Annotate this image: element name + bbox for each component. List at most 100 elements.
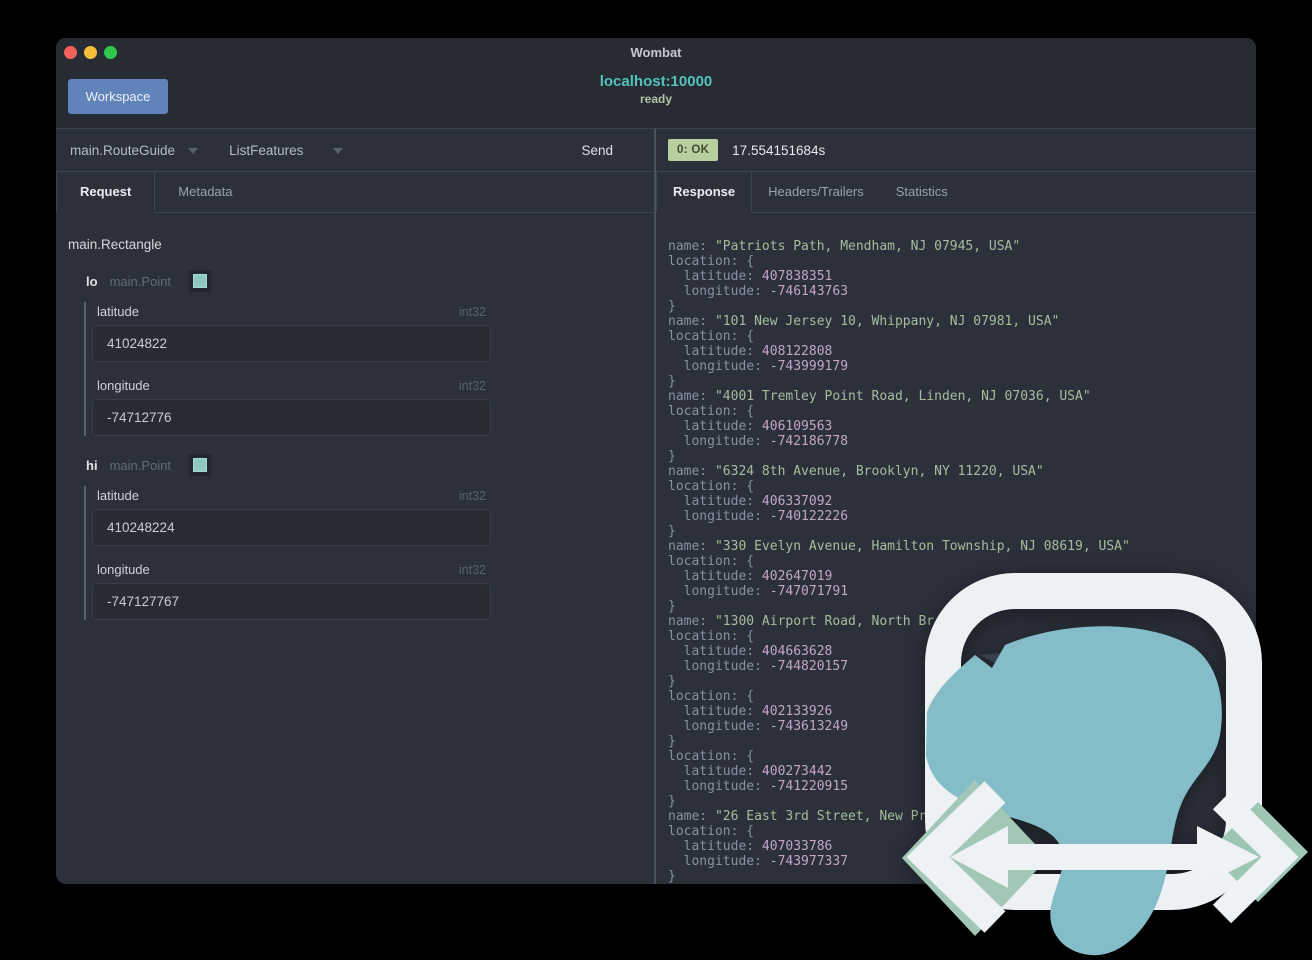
tab-statistics[interactable]: Statistics	[879, 172, 964, 213]
tab-request[interactable]: Request	[56, 172, 156, 213]
service-selector[interactable]: main.RouteGuide	[70, 143, 175, 158]
response-key: location: {	[668, 554, 755, 569]
wombat-window: Wombat Workspace localhost:10000 ready m…	[56, 38, 1256, 884]
response-key: latitude:	[668, 644, 762, 659]
response-number: -740122226	[769, 509, 849, 524]
response-tabs: Response Headers/Trailers Statistics	[656, 172, 1256, 213]
server-address: localhost:10000	[599, 73, 713, 90]
response-number: 406337092	[761, 494, 833, 509]
field-message-type: main.Point	[109, 273, 171, 289]
field-group-header: hi main.Point	[86, 454, 654, 476]
field-label: latitude	[97, 304, 139, 319]
response-string: "Patriots Path, Mendham, NJ 07945, USA"	[714, 239, 1021, 254]
field-name: hi	[86, 457, 98, 473]
main-area: main.RouteGuide ListFeatures Send Reques…	[56, 129, 1256, 884]
response-key: longitude:	[668, 509, 770, 524]
chevron-down-icon[interactable]	[188, 148, 199, 154]
field-enabled-checkbox[interactable]	[188, 270, 211, 292]
response-key: location: {	[668, 629, 755, 644]
tab-metadata[interactable]: Metadata	[155, 172, 256, 213]
field-type-badge: int32	[458, 304, 486, 319]
response-string: "6324 8th Avenue, Brooklyn, NY 11220, US…	[714, 464, 1044, 479]
close-window-button[interactable]	[64, 46, 77, 59]
response-key: longitude:	[668, 854, 770, 869]
response-key: }	[668, 794, 676, 809]
chevron-down-icon[interactable]	[333, 148, 344, 154]
response-key: longitude:	[668, 359, 770, 374]
call-duration: 17.554151684s	[732, 142, 826, 158]
response-key: location: {	[668, 254, 755, 269]
response-number: 407033786	[761, 839, 833, 854]
response-number: -743977337	[769, 854, 849, 869]
response-key: latitude:	[668, 344, 762, 359]
response-key: latitude:	[668, 569, 762, 584]
response-key: latitude:	[668, 494, 762, 509]
message-field-group: hi main.Point latitude int32 longitude i…	[56, 454, 654, 620]
nested-fields: latitude int32 longitude int32	[84, 486, 654, 620]
response-string: "101 New Jersey 10, Whippany, NJ 07981, …	[714, 314, 1060, 329]
field-type-badge: int32	[458, 378, 486, 393]
response-key: longitude:	[668, 584, 770, 599]
response-panel: 0: OK 17.554151684s Response Headers/Tra…	[656, 129, 1256, 884]
response-key: location: {	[668, 329, 755, 344]
field-label: longitude	[97, 562, 150, 577]
response-key: longitude:	[668, 659, 770, 674]
field-value-input[interactable]	[92, 399, 491, 436]
response-number: -747071791	[769, 584, 849, 599]
field-enabled-checkbox[interactable]	[188, 454, 211, 476]
status-badge: 0: OK	[668, 139, 719, 161]
response-number: 404663628	[761, 644, 833, 659]
field-value-input[interactable]	[92, 509, 491, 546]
response-number: 402647019	[761, 569, 833, 584]
message-type: main.Rectangle	[68, 237, 162, 252]
response-toolbar: 0: OK 17.554151684s	[656, 129, 1256, 172]
field-row-header: longitude int32	[92, 562, 491, 577]
response-key: name:	[668, 539, 715, 554]
field-type-badge: int32	[458, 488, 486, 503]
checkbox-fill	[192, 274, 207, 288]
field-name: lo	[86, 273, 98, 289]
response-key: }	[668, 374, 676, 389]
response-key: name:	[668, 614, 715, 629]
request-tabs: Request Metadata	[56, 172, 654, 213]
response-number: 407838351	[761, 269, 833, 284]
response-key: location: {	[668, 824, 755, 839]
field-row-header: latitude int32	[92, 488, 491, 503]
response-key: longitude:	[668, 779, 770, 794]
minimize-window-button[interactable]	[84, 46, 97, 59]
response-key: name:	[668, 464, 715, 479]
response-key: latitude:	[668, 839, 762, 854]
response-key: }	[668, 449, 676, 464]
response-number: -742186778	[769, 434, 849, 449]
response-key: location: {	[668, 404, 755, 419]
response-string: "330 Evelyn Avenue, Hamilton Township, N…	[714, 539, 1130, 554]
response-number: 400273442	[761, 764, 833, 779]
window-title: Wombat	[630, 45, 682, 60]
field-value-input[interactable]	[92, 583, 491, 620]
field-row: latitude int32	[92, 488, 654, 546]
field-row: longitude int32	[92, 562, 654, 620]
response-key: longitude:	[668, 719, 770, 734]
method-selector[interactable]: ListFeatures	[229, 143, 303, 158]
field-message-type: main.Point	[109, 457, 171, 473]
response-key: latitude:	[668, 269, 762, 284]
field-value-input[interactable]	[92, 325, 491, 362]
response-number: 406109563	[761, 419, 833, 434]
field-row-header: longitude int32	[92, 378, 491, 393]
checkbox-fill	[192, 458, 207, 472]
field-row: longitude int32	[92, 378, 654, 436]
tabs-filler	[963, 172, 1256, 213]
tab-response[interactable]: Response	[656, 172, 753, 213]
response-key: }	[668, 299, 676, 314]
tabs-filler	[255, 172, 654, 213]
response-key: latitude:	[668, 704, 762, 719]
zoom-window-button[interactable]	[104, 46, 117, 59]
tab-headers-trailers[interactable]: Headers/Trailers	[752, 172, 880, 213]
response-key: latitude:	[668, 419, 762, 434]
response-key: }	[668, 524, 676, 539]
request-panel: main.RouteGuide ListFeatures Send Reques…	[56, 129, 656, 884]
response-string: "4001 Tremley Point Road, Linden, NJ 070…	[714, 389, 1091, 404]
field-row-header: latitude int32	[92, 304, 491, 319]
field-label: latitude	[97, 488, 139, 503]
send-button[interactable]: Send	[575, 142, 619, 159]
